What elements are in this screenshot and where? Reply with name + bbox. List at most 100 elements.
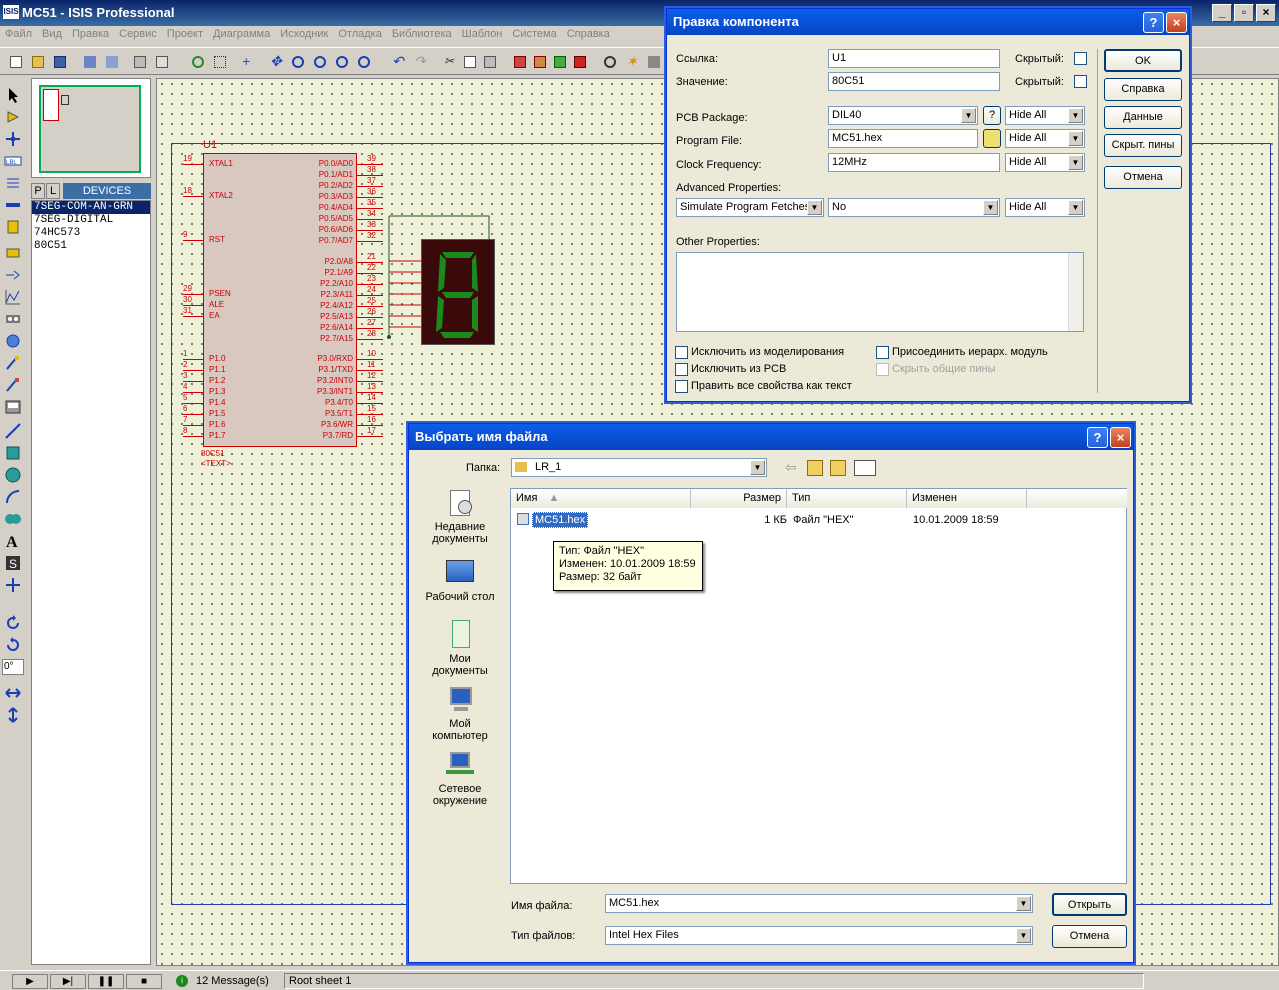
place-my-documents[interactable]: Мои документы [420, 620, 500, 677]
block-move-icon[interactable] [530, 52, 548, 70]
wire-label-icon[interactable]: LBL [4, 152, 22, 170]
voltage-probe-icon[interactable] [4, 354, 22, 372]
text-script-icon[interactable] [4, 174, 22, 192]
print-area-icon[interactable] [152, 52, 170, 70]
cut-icon[interactable]: ✂ [440, 52, 458, 70]
device-item[interactable]: 7SEG-DIGITAL [32, 214, 150, 227]
symbol-icon[interactable]: S [4, 554, 22, 572]
pick-device-icon[interactable] [600, 52, 618, 70]
attach-module-checkbox[interactable] [876, 346, 889, 359]
stop-button[interactable]: ■ [126, 974, 162, 989]
menu-tools[interactable]: Сервис [114, 26, 162, 42]
textarea-scrollbar[interactable] [1068, 253, 1083, 331]
refresh-icon[interactable] [188, 52, 206, 70]
clock-field[interactable]: 12MHz [828, 153, 1000, 172]
ref-field[interactable]: U1 [828, 49, 1000, 68]
place-desktop[interactable]: Рабочий стол [420, 558, 500, 603]
exclude-simulation-checkbox[interactable] [675, 346, 688, 359]
decompose-icon[interactable] [644, 52, 662, 70]
table-row[interactable]: MC51.hex 1 КБ Файл "HEX" 10.01.2009 18:5… [517, 512, 1117, 528]
column-type[interactable]: Тип [787, 489, 907, 508]
save-icon[interactable] [50, 52, 68, 70]
graph-icon[interactable] [4, 288, 22, 306]
mirror-horizontal-icon[interactable] [4, 684, 22, 702]
place-recent[interactable]: Недавние документы [420, 488, 500, 545]
circle-icon[interactable] [4, 466, 22, 484]
arc-icon[interactable] [4, 488, 22, 506]
play-button[interactable]: ▶ [12, 974, 48, 989]
advanced-visibility-select[interactable]: Hide All ▼ [1005, 198, 1085, 217]
device-item[interactable]: 80C51 [32, 240, 150, 253]
view-menu-icon[interactable] [854, 460, 876, 476]
bus-icon[interactable] [4, 196, 22, 214]
import-icon[interactable] [80, 52, 98, 70]
selection-mode-icon[interactable] [4, 86, 22, 104]
pcb-visibility-select[interactable]: Hide All ▼ [1005, 106, 1085, 125]
line-icon[interactable] [4, 422, 22, 440]
zoom-in-icon[interactable] [288, 52, 306, 70]
marker-icon[interactable] [4, 576, 22, 594]
block-copy-icon[interactable] [510, 52, 528, 70]
edit-as-text-checkbox[interactable] [675, 380, 688, 393]
menu-debug[interactable]: Отладка [333, 26, 386, 42]
step-button[interactable]: ▶| [50, 974, 86, 989]
undo-icon[interactable]: ↶ [388, 52, 406, 70]
component-mode-icon[interactable] [4, 108, 22, 126]
cancel-button[interactable]: Отмена [1104, 166, 1182, 189]
close-icon[interactable]: × [1166, 12, 1187, 33]
menu-system[interactable]: Система [507, 26, 561, 42]
virtual-instrument-icon[interactable] [4, 398, 22, 416]
close-icon[interactable]: × [1110, 427, 1131, 448]
pick-devices-button[interactable]: P [31, 183, 45, 199]
hide-common-pins-checkbox[interactable] [876, 363, 889, 376]
messages-count[interactable]: 12 Message(s) [196, 975, 269, 987]
menu-library[interactable]: Библиотека [387, 26, 457, 42]
hidden-pins-button[interactable]: Скрыт. пины [1104, 134, 1182, 157]
seven-segment-display[interactable] [421, 239, 495, 345]
exclude-pcb-checkbox[interactable] [675, 363, 688, 376]
pause-button[interactable]: ❚❚ [88, 974, 124, 989]
zoom-area-icon[interactable] [354, 52, 372, 70]
menu-design[interactable]: Проект [162, 26, 208, 42]
help-button[interactable]: Справка [1104, 78, 1182, 101]
export-icon[interactable] [102, 52, 120, 70]
pcb-package-select[interactable]: DIL40 ▼ [828, 106, 978, 125]
data-button[interactable]: Данные [1104, 106, 1182, 129]
rotate-cw-icon[interactable] [4, 614, 22, 632]
print-icon[interactable] [130, 52, 148, 70]
box-icon[interactable] [4, 444, 22, 462]
ok-button[interactable]: OK [1104, 49, 1182, 72]
file-cancel-button[interactable]: Отмена [1052, 925, 1127, 948]
file-name-cell[interactable]: MC51.hex [532, 512, 589, 528]
program-file-field[interactable]: MC51.hex [828, 129, 978, 148]
origin-icon[interactable]: + [238, 52, 256, 70]
generator-icon[interactable] [4, 332, 22, 350]
grid-icon[interactable] [210, 52, 228, 70]
make-device-icon[interactable]: ✶ [622, 52, 640, 70]
column-modified[interactable]: Изменен [907, 489, 1027, 508]
close-button[interactable]: × [1256, 4, 1276, 22]
tape-recorder-icon[interactable] [4, 310, 22, 328]
zoom-all-icon[interactable] [332, 52, 350, 70]
folder-select[interactable]: LR_1 ▼ [511, 458, 767, 477]
column-size[interactable]: Размер [691, 489, 787, 508]
advanced-property-select[interactable]: Simulate Program Fetches ▼ [676, 198, 824, 217]
place-my-computer[interactable]: Мой компьютер [420, 685, 500, 742]
column-name[interactable]: Имя ▲ [511, 489, 691, 508]
open-button[interactable]: Открыть [1052, 893, 1127, 916]
block-delete-icon[interactable] [570, 52, 588, 70]
menu-edit[interactable]: Правка [67, 26, 114, 42]
terminal-icon[interactable] [4, 244, 22, 262]
device-pin-icon[interactable] [4, 266, 22, 284]
copy-icon[interactable] [460, 52, 478, 70]
help-icon[interactable]: ? [1087, 427, 1108, 448]
filetype-select[interactable]: Intel Hex Files ▼ [605, 926, 1033, 945]
library-manager-button[interactable]: L [46, 183, 60, 199]
mirror-vertical-icon[interactable] [4, 706, 22, 724]
menu-source[interactable]: Исходник [275, 26, 333, 42]
browse-folder-icon[interactable] [983, 129, 1001, 148]
place-network[interactable]: Сетевое окружение [420, 750, 500, 807]
back-icon[interactable]: ⇦ [785, 460, 801, 476]
advanced-value-select[interactable]: No ▼ [828, 198, 1000, 217]
value-field[interactable]: 80C51 [828, 72, 1000, 91]
